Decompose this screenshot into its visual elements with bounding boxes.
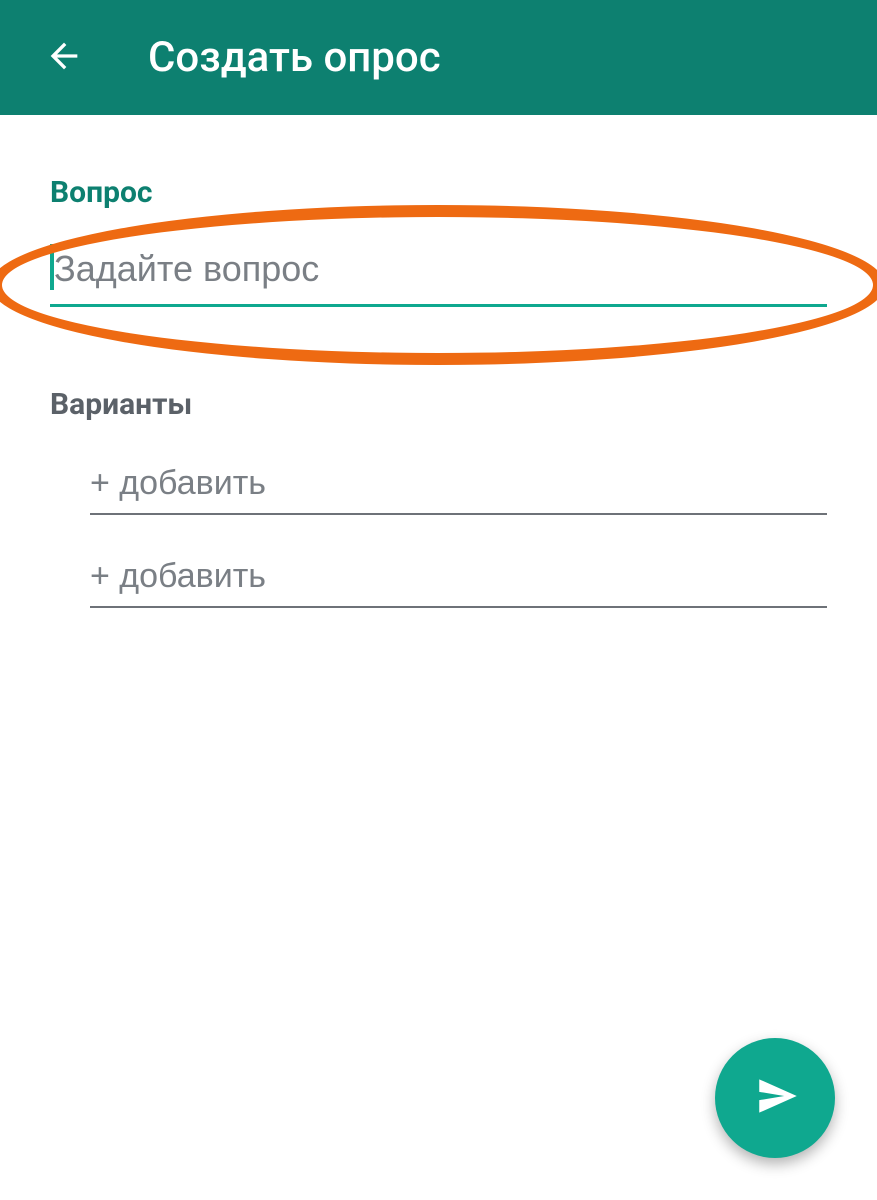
page-title: Создать опрос (148, 33, 441, 82)
back-button[interactable] (40, 34, 88, 82)
text-cursor (50, 244, 54, 290)
input-underline (50, 304, 827, 307)
question-field-wrap (50, 234, 827, 307)
option-row (90, 547, 827, 608)
send-button[interactable] (715, 1038, 835, 1158)
arrow-left-icon (44, 36, 84, 80)
send-icon (747, 1071, 803, 1125)
question-label: Вопрос (50, 175, 827, 210)
option-input-1[interactable] (90, 454, 827, 515)
option-input-2[interactable] (90, 547, 827, 608)
app-header: Создать опрос (0, 0, 877, 115)
content-area: Вопрос Варианты (0, 115, 877, 608)
option-row (90, 454, 827, 515)
options-label: Варианты (50, 387, 827, 422)
question-input[interactable] (50, 234, 827, 304)
